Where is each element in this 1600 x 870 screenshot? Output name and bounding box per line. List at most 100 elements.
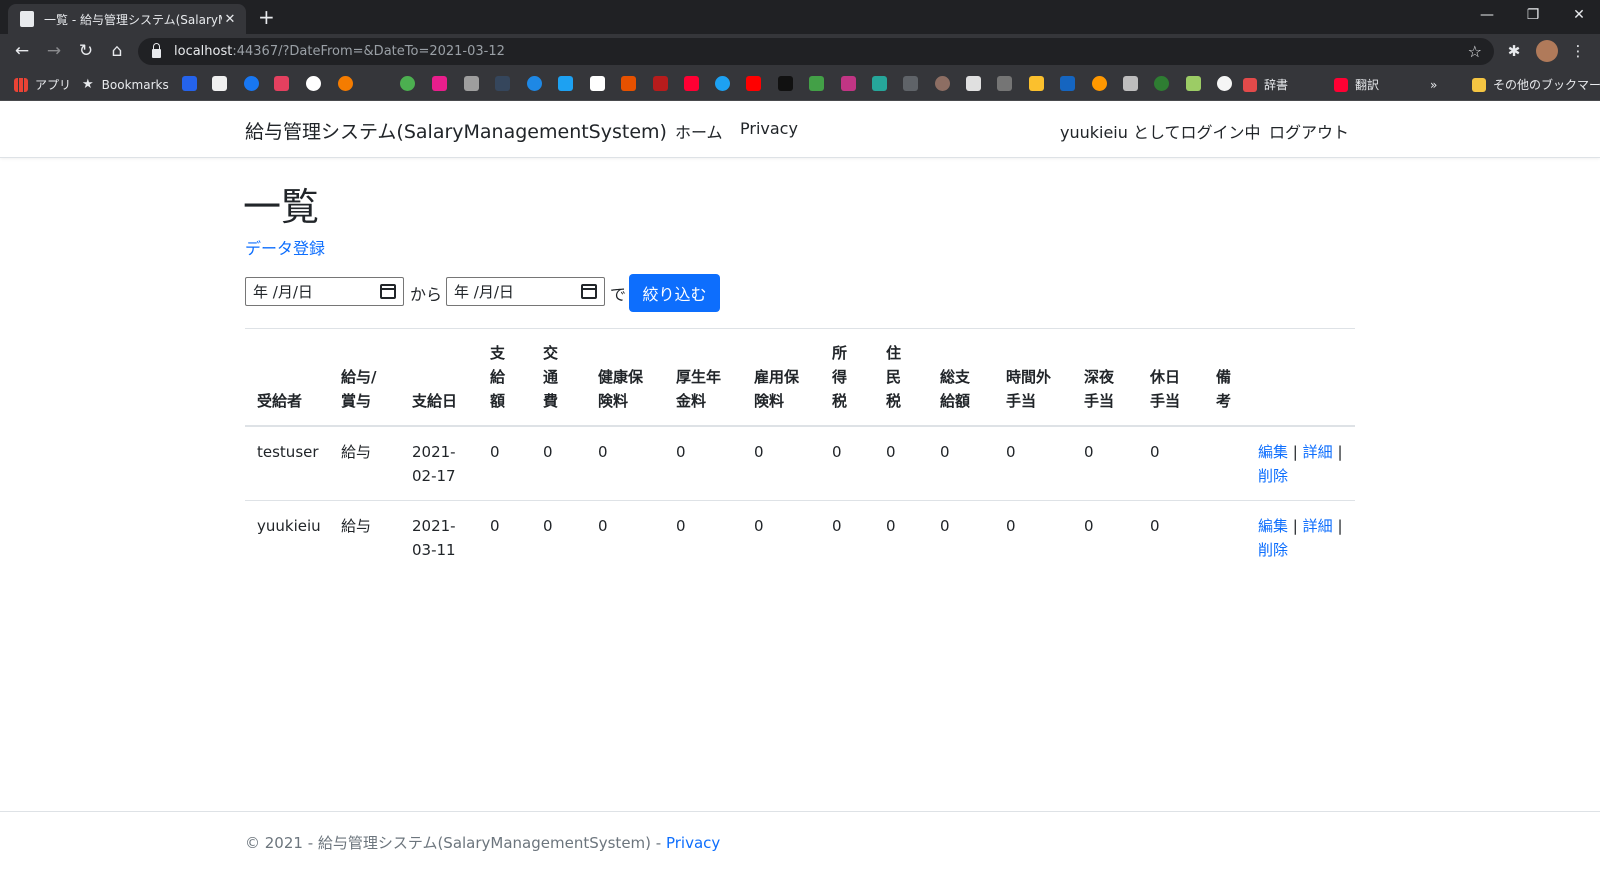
footer-border <box>0 811 1600 812</box>
create-data-link[interactable]: データ登録 <box>245 235 325 259</box>
nav-privacy-link[interactable]: Privacy <box>740 119 798 138</box>
bookmark-favicon-icon[interactable] <box>1123 76 1138 91</box>
bookmark-favicon-icon[interactable] <box>400 76 415 91</box>
bookmark-apps[interactable]: アプリ <box>14 76 71 93</box>
cell-health-insurance: 0 <box>598 443 608 461</box>
date-to-input[interactable]: 年 /月/日 <box>446 277 605 306</box>
cell-night: 0 <box>1084 517 1094 535</box>
cell-resident-tax: 0 <box>886 517 896 535</box>
yahoo-icon[interactable] <box>684 76 699 91</box>
to-label: で <box>610 285 627 304</box>
github-icon[interactable] <box>1217 76 1232 91</box>
bookmark-favicon-icon[interactable] <box>527 76 542 91</box>
bookmark-bookmarks[interactable]: ★ Bookmarks <box>82 76 169 93</box>
bookmark-favicon-icon[interactable] <box>903 76 918 91</box>
bookmark-favicon-icon[interactable] <box>1029 76 1044 91</box>
edit-link[interactable]: 編集 <box>1258 517 1288 535</box>
bookmark-favicon-icon[interactable] <box>778 76 793 91</box>
new-tab-button[interactable]: + <box>258 4 275 30</box>
bookmark-favicon-icon[interactable] <box>935 76 950 91</box>
logout-link[interactable]: ログアウト <box>1269 119 1349 143</box>
footer-privacy-link[interactable]: Privacy <box>666 834 720 852</box>
google-icon[interactable] <box>306 76 321 91</box>
more-bookmarks-chevron-icon[interactable]: » <box>1430 76 1437 93</box>
forward-icon[interactable]: → <box>42 39 66 63</box>
calendar-icon[interactable] <box>581 284 597 299</box>
brand-link[interactable]: 給与管理システム(SalaryManagementSystem) <box>245 117 667 144</box>
amazon-icon[interactable] <box>212 76 227 91</box>
menu-icon[interactable]: ⋮ <box>1566 39 1590 63</box>
minimize-icon[interactable]: — <box>1464 0 1510 30</box>
cell-resident-tax: 0 <box>886 443 896 461</box>
bookmark-favicon-icon[interactable] <box>653 76 668 91</box>
bookmark-favicon-icon[interactable] <box>997 76 1012 91</box>
detail-link[interactable]: 詳細 <box>1303 443 1333 461</box>
youtube-icon[interactable] <box>746 76 761 91</box>
cell-payment: 0 <box>490 443 500 461</box>
address-bar[interactable]: localhost:44367/?DateFrom=&DateTo=2021-0… <box>138 38 1494 65</box>
footer: © 2021 - 給与管理システム(SalaryManagementSystem… <box>245 832 720 853</box>
bookmark-favicon-icon[interactable] <box>464 76 479 91</box>
page-icon <box>20 11 34 27</box>
browser-toolbar: ← → ↻ ⌂ localhost:44367/?DateFrom=&DateT… <box>0 34 1600 68</box>
tab-close-icon[interactable]: ✕ <box>222 12 238 27</box>
filter-button[interactable]: 絞り込む <box>629 274 720 312</box>
cell-income-tax: 0 <box>832 443 842 461</box>
bookmark-favicon-icon[interactable] <box>966 76 981 91</box>
tumblr-icon[interactable] <box>495 76 510 91</box>
instagram-icon[interactable] <box>841 76 856 91</box>
cell-income-tax: 0 <box>832 517 842 535</box>
header-transport: 交 通 費 <box>543 344 559 410</box>
bookmark-translate[interactable]: 翻訳 <box>1334 76 1379 93</box>
bookmark-other[interactable]: その他のブックマーク <box>1472 76 1600 93</box>
home-icon[interactable]: ⌂ <box>105 39 129 63</box>
action-separator: | <box>1292 443 1298 461</box>
bookmark-favicon-icon[interactable] <box>1060 76 1075 91</box>
header-employment-insurance: 雇用保 険料 <box>754 368 800 410</box>
row-separator <box>245 500 1355 501</box>
window-close-icon[interactable]: ✕ <box>1556 0 1600 30</box>
calendar-icon[interactable] <box>380 284 396 299</box>
wikipedia-icon[interactable] <box>590 76 605 91</box>
twitter-icon[interactable] <box>715 76 730 91</box>
row-actions-delete: 削除 <box>1258 538 1288 562</box>
bookmark-favicon-icon[interactable] <box>621 76 636 91</box>
date-from-input[interactable]: 年 /月/日 <box>245 277 404 306</box>
edit-link[interactable]: 編集 <box>1258 443 1288 461</box>
folder-icon <box>1472 77 1486 92</box>
bookmark-favicon-icon[interactable] <box>274 76 289 91</box>
cell-date-year: 2021- <box>412 443 456 461</box>
evernote-icon[interactable] <box>1154 76 1169 91</box>
nav-home-link[interactable]: ホーム <box>675 119 723 143</box>
reload-icon[interactable]: ↻ <box>74 39 98 63</box>
browser-tab[interactable]: 一覧 - 給与管理システム(SalaryMa ✕ <box>8 4 246 34</box>
bookmark-favicon-icon[interactable] <box>1186 76 1201 91</box>
cell-date-monthday: 03-11 <box>412 541 456 559</box>
bookmark-favicon-icon[interactable] <box>872 76 887 91</box>
action-separator: | <box>1292 517 1298 535</box>
facebook-icon[interactable] <box>244 76 259 91</box>
table-top-border <box>245 328 1355 329</box>
cell-recipient: yuukieiu <box>257 517 321 535</box>
bookmark-star-icon[interactable]: ☆ <box>1468 42 1482 61</box>
header-holiday: 休日 手当 <box>1150 368 1181 410</box>
bookmark-favicon-icon[interactable] <box>558 76 573 91</box>
delete-link[interactable]: 削除 <box>1258 541 1288 559</box>
bookmark-favicon-icon[interactable] <box>809 76 824 91</box>
bookmark-favicon-icon[interactable] <box>432 76 447 91</box>
bookmarks-bar: アプリ ★ Bookmarks 辞書 翻訳 » その他のブックマーク <box>0 68 1600 101</box>
cell-employment-insurance: 0 <box>754 517 764 535</box>
cell-date-monthday: 02-17 <box>412 467 456 485</box>
extensions-icon[interactable]: ✱ <box>1502 39 1526 63</box>
detail-link[interactable]: 詳細 <box>1303 517 1333 535</box>
bookmark-favicon-icon[interactable] <box>338 76 353 91</box>
delete-link[interactable]: 削除 <box>1258 467 1288 485</box>
bookmark-favicon-icon[interactable] <box>182 76 197 91</box>
restore-icon[interactable]: ❐ <box>1510 0 1556 30</box>
bookmark-dictionary[interactable]: 辞書 <box>1243 76 1288 93</box>
back-icon[interactable]: ← <box>10 39 34 63</box>
star-icon: ★ <box>82 77 94 92</box>
bookmark-favicon-icon[interactable] <box>1092 76 1107 91</box>
profile-avatar[interactable] <box>1536 40 1558 62</box>
browser-tab-bar: 一覧 - 給与管理システム(SalaryMa ✕ + — ❐ ✕ <box>0 0 1600 34</box>
